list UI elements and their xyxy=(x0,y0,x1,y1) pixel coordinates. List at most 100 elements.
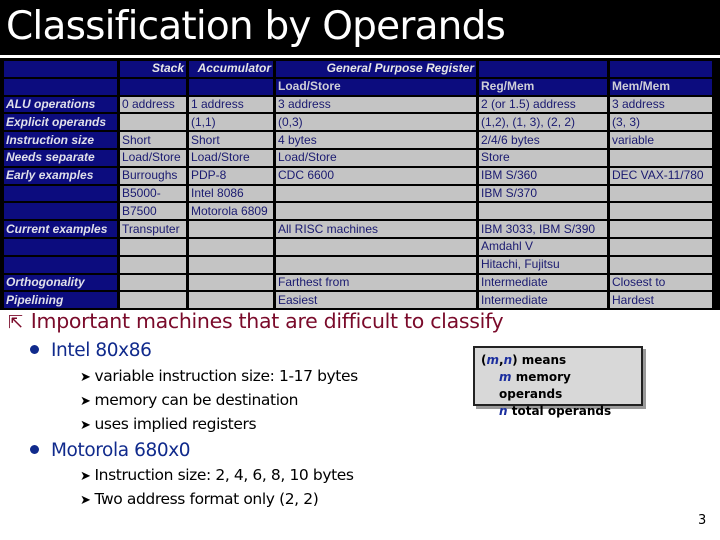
table-row: Hitachi, Fujitsu xyxy=(4,256,712,273)
table-cell: CDC 6600 xyxy=(276,167,476,184)
table-cell xyxy=(610,203,712,220)
legend-line-3: n total operands xyxy=(481,403,635,420)
table-cell: Easiest xyxy=(276,292,476,309)
sub-header-row: Load/Store Reg/Mem Mem/Mem xyxy=(4,78,712,95)
table-cell xyxy=(189,221,273,237)
bullet-motorola: Motorola 680x0 xyxy=(30,440,191,461)
table-cell: 2 (or 1.5) address xyxy=(479,96,607,113)
row-label: Current examples xyxy=(4,221,117,237)
diagonal-arrow-icon: ⇱ xyxy=(8,312,23,333)
sub-bullet-text: uses implied registers xyxy=(94,415,257,433)
table-cell: Load/Store xyxy=(276,149,476,166)
sub-bullet: ➤ memory can be destination xyxy=(80,391,299,409)
table-cell xyxy=(276,238,476,255)
page-number: 3 xyxy=(698,513,707,528)
table-row: Explicit operands (1,1) (0,3) (1,2), (1, 3)… xyxy=(4,114,712,131)
chevron-right-icon: ➤ xyxy=(80,370,91,385)
table-cell: IBM S/360 xyxy=(479,167,607,184)
sub-bullet: ➤ variable instruction size: 1-17 bytes xyxy=(80,367,358,385)
row-label: Pipelining xyxy=(4,292,117,309)
row-label xyxy=(4,203,117,220)
table-cell: DEC VAX-11/780 xyxy=(610,167,712,184)
classification-table: Stack Accumulator General Purpose Regist… xyxy=(1,59,715,310)
table-cell xyxy=(610,221,712,237)
chevron-right-icon: ➤ xyxy=(80,418,91,433)
table-cell: B7500 xyxy=(120,203,186,220)
table-cell: Farthest from xyxy=(276,274,476,291)
sub-bullet-text: memory can be destination xyxy=(94,391,299,409)
header-blank xyxy=(479,61,607,77)
table-row: B5000- Intel 8086 IBM S/370 xyxy=(4,185,712,202)
table-row: Pipelining Easiest Intermediate Hardest xyxy=(4,292,712,309)
row-label xyxy=(4,238,117,255)
table-cell: (1,2), (1, 3), (2, 2) xyxy=(479,114,607,131)
table-cell: (3, 3) xyxy=(610,114,712,131)
chevron-right-icon: ➤ xyxy=(80,394,91,409)
table-cell: Hardest xyxy=(610,292,712,309)
table-cell: PDP-8 xyxy=(189,167,273,184)
table-cell: 2/4/6 bytes xyxy=(479,132,607,148)
sub-header-reg-mem: Reg/Mem xyxy=(479,78,607,95)
table-row: Needs separate Load/Store Load/Store Load/S… xyxy=(4,149,712,166)
table-cell: 1 address xyxy=(189,96,273,113)
row-label: Early examples xyxy=(4,167,117,184)
table-cell: Intel 8086 xyxy=(189,185,273,202)
table-cell xyxy=(120,238,186,255)
table-cell: Intermediate xyxy=(479,274,607,291)
table-cell: Transputer xyxy=(120,221,186,237)
table-cell: Hitachi, Fujitsu xyxy=(479,256,607,273)
table-cell xyxy=(120,114,186,131)
row-label xyxy=(4,185,117,202)
table-cell: Motorola 6809 xyxy=(189,203,273,220)
bullet-label: Motorola 680x0 xyxy=(51,440,191,461)
table-cell xyxy=(189,256,273,273)
table-cell xyxy=(610,149,712,166)
table-cell xyxy=(120,292,186,309)
table-cell xyxy=(120,256,186,273)
bullet-intel: Intel 80x86 xyxy=(30,340,152,361)
header-blank xyxy=(610,61,712,77)
table-cell xyxy=(610,256,712,273)
bullet-dot-icon xyxy=(30,344,39,354)
table-cell: Load/Store xyxy=(189,149,273,166)
table-cell xyxy=(276,256,476,273)
table-cell: All RISC machines xyxy=(276,221,476,237)
table-cell xyxy=(189,292,273,309)
table-cell xyxy=(610,238,712,255)
table-cell: Short xyxy=(189,132,273,148)
sub-bullet: ➤ Instruction size: 2, 4, 6, 8, 10 bytes xyxy=(80,466,354,484)
table-cell: (0,3) xyxy=(276,114,476,131)
legend-text: total operands xyxy=(507,404,612,418)
sub-bullet-text: Instruction size: 2, 4, 6, 8, 10 bytes xyxy=(94,466,355,484)
table-cell xyxy=(276,185,476,202)
table-cell: Amdahl V xyxy=(479,238,607,255)
header-accumulator: Accumulator xyxy=(189,61,273,77)
table-cell: B5000- xyxy=(120,185,186,202)
sub-header-load-store: Load/Store xyxy=(276,78,476,95)
header-gpr: General Purpose Register xyxy=(276,61,476,77)
table-cell: IBM S/370 xyxy=(479,185,607,202)
table-cell: Store xyxy=(479,149,607,166)
table-cell: Short xyxy=(120,132,186,148)
table-row: Current examples Transputer All RISC machi… xyxy=(4,221,712,237)
table-cell: Load/Store xyxy=(120,149,186,166)
sub-bullet: ➤ Two address format only (2, 2) xyxy=(80,490,319,508)
table-row: Amdahl V xyxy=(4,238,712,255)
table-cell: Burroughs xyxy=(120,167,186,184)
title-bar: Classification by Operands xyxy=(0,0,720,55)
main-bullet-text: Important machines that are difficult to… xyxy=(30,309,504,333)
table-cell: 4 bytes xyxy=(276,132,476,148)
table-row: Orthogonality Farthest from Intermediate Cl… xyxy=(4,274,712,291)
legend-var-n: n xyxy=(503,353,513,367)
table-row: ALU operations 0 address 1 address 3 addres… xyxy=(4,96,712,113)
table-cell xyxy=(189,238,273,255)
legend-var-m: m xyxy=(486,353,499,367)
table-cell: 3 address xyxy=(276,96,476,113)
row-label: ALU operations xyxy=(4,96,117,113)
table-cell xyxy=(189,274,273,291)
row-label: Orthogonality xyxy=(4,274,117,291)
table-cell: Closest to xyxy=(610,274,712,291)
legend-var-m: m xyxy=(499,370,512,384)
legend-line-2: m memory operands xyxy=(481,369,635,403)
legend-line-1: (m,n) means xyxy=(481,352,635,369)
